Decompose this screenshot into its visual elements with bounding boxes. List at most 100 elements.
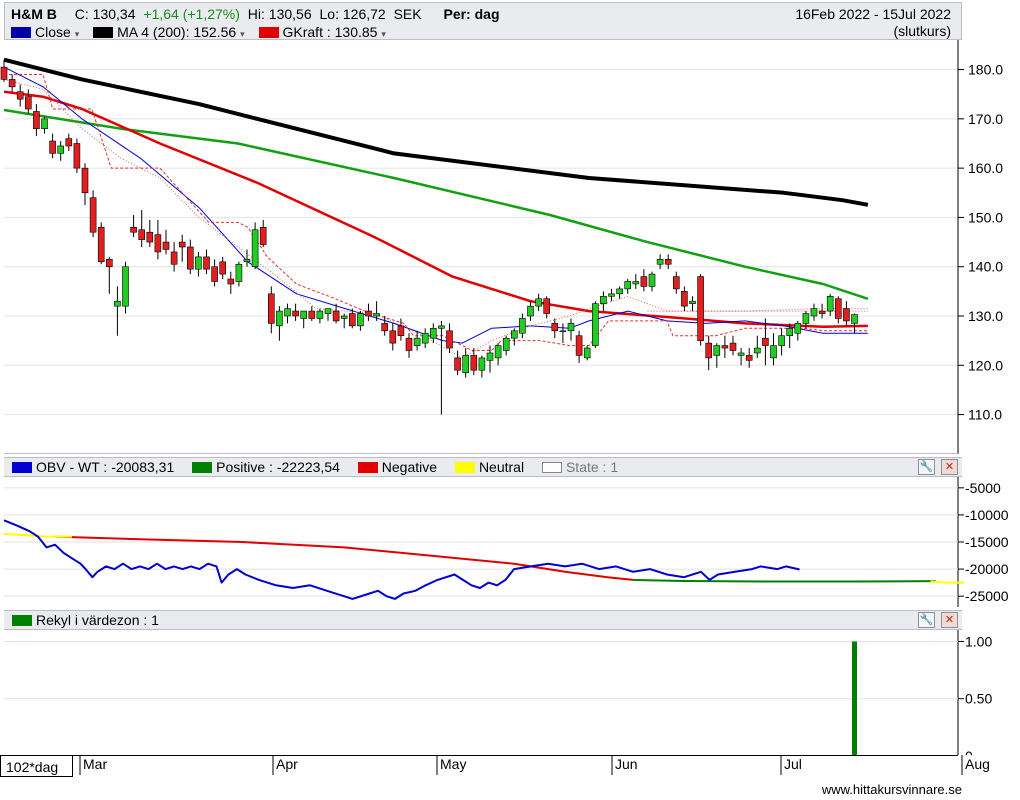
- obv-series-line: [632, 578, 936, 583]
- obv-settings-wrench-icon[interactable]: 🔧: [918, 459, 935, 475]
- candle-body: [203, 256, 210, 270]
- rekyl-close-icon[interactable]: ✕: [941, 612, 958, 628]
- month-label: May: [440, 756, 466, 772]
- candle-body: [510, 330, 518, 339]
- candle-body: [583, 347, 591, 359]
- candle-body: [851, 314, 858, 324]
- rekyl-chart[interactable]: 1.000.500: [0, 630, 1020, 756]
- legend-gkraft-dropdown-icon[interactable]: ▾: [381, 29, 386, 39]
- positive-legend-label: Positive : -22223,54: [216, 459, 340, 475]
- candle-body: [308, 310, 316, 319]
- candle-body: [429, 328, 437, 339]
- candle-body: [33, 111, 40, 130]
- month-label: Mar: [83, 756, 107, 772]
- price-tick-label: 120.0: [968, 357, 1003, 373]
- legend-ma-label: MA 4 (200): 152.56: [117, 24, 237, 40]
- neutral-legend-label: Neutral: [478, 459, 525, 475]
- legend-gkraft-swatch: [258, 27, 279, 38]
- positive-swatch: [192, 462, 213, 473]
- 1-tick-label: -25000: [965, 588, 1009, 604]
- candle-body: [705, 342, 713, 359]
- candle-body: [818, 310, 826, 314]
- candle-body: [438, 325, 445, 329]
- x-axis: 102*dag Mar Apr May Jun Jul Aug: [0, 755, 1020, 779]
- state-swatch: [541, 462, 562, 473]
- positive-legend-item: Positive : -22223,54: [192, 459, 340, 475]
- candle-body: [624, 281, 632, 290]
- state-legend-item: State : 1: [541, 459, 619, 475]
- obv-series-line: [930, 580, 965, 584]
- candle-body: [551, 323, 559, 332]
- candle-body: [405, 337, 413, 351]
- candle-body: [49, 140, 56, 154]
- candle-body: [794, 323, 802, 334]
- obv-chart[interactable]: -5000 -10000 -15000 -20000 -25000: [0, 477, 1020, 607]
- candle-body: [826, 295, 834, 312]
- rekyl-settings-wrench-icon[interactable]: 🔧: [918, 612, 935, 628]
- legend-gkraft[interactable]: GKraft : 130.85 ▾: [258, 24, 396, 40]
- candle-body: [178, 241, 186, 248]
- high-value: Hi: 130,56: [247, 6, 312, 22]
- candle-body: [648, 273, 656, 287]
- legend-ma[interactable]: MA 4 (200): 152.56 ▾: [93, 24, 258, 40]
- legend-ma-swatch: [93, 27, 114, 38]
- currency: SEK: [393, 6, 422, 22]
- month-label: Jun: [615, 756, 638, 772]
- candle-body: [211, 266, 218, 282]
- legend-close[interactable]: Close ▾: [11, 24, 93, 40]
- candle-body: [324, 308, 332, 314]
- 1-tick-label: -5000: [965, 480, 1001, 496]
- candle-body: [527, 305, 534, 317]
- candle-body: [543, 298, 551, 314]
- price-plot-area: [4, 40, 958, 454]
- candle-body: [843, 308, 850, 322]
- obv-legend-item: OBV - WT : -20083,31: [12, 459, 174, 475]
- obv-series-line: [3, 519, 800, 600]
- legend-ma-dropdown-icon[interactable]: ▾: [240, 29, 245, 39]
- candle-body: [365, 310, 372, 317]
- month-label: Apr: [276, 756, 298, 772]
- candle-body: [243, 259, 251, 263]
- legend-close-swatch: [11, 27, 31, 38]
- candle-body: [267, 293, 275, 324]
- price-tick-label: 170.0: [968, 111, 1003, 127]
- candle-body: [65, 138, 73, 147]
- candle-body: [729, 342, 737, 351]
- candle-body: [462, 355, 470, 373]
- legend-close-dropdown-icon[interactable]: ▾: [75, 29, 80, 39]
- candle-body: [81, 167, 89, 194]
- candle-body: [486, 352, 494, 361]
- candle-body: [454, 357, 461, 371]
- price-tick-label: 140.0: [968, 259, 1003, 275]
- candle-body: [170, 251, 178, 265]
- negative-legend-label: Negative: [381, 459, 438, 475]
- candle-body: [770, 345, 777, 359]
- footer-url[interactable]: www.hittakursvinnare.se: [822, 782, 962, 797]
- candle-body: [316, 310, 324, 319]
- candle-body: [494, 345, 502, 359]
- state-legend-label: State : 1: [565, 459, 619, 475]
- obv-legend: OBV - WT : -20083,31 Positive : -22223,5…: [12, 459, 632, 475]
- candle-body: [721, 345, 729, 349]
- candle-body: [373, 313, 380, 317]
- candle-body: [591, 303, 599, 346]
- price-chart[interactable]: 110.0 120.0 130.0 140.0 150.0 160.0 170.0 180.0: [0, 40, 1020, 454]
- candle-body: [154, 234, 162, 253]
- candle-body: [616, 288, 623, 295]
- quote-row: H&M B C: 130,34 +1,64 (+1,27%) Hi: 130,5…: [11, 6, 504, 22]
- candle-body: [106, 259, 113, 268]
- legend-gkraft-label: GKraft : 130.85: [282, 24, 378, 40]
- rekyl-bar: [852, 641, 857, 756]
- candle-body: [259, 226, 267, 245]
- candle-body: [227, 278, 235, 285]
- candle-body: [608, 293, 615, 297]
- candle-body: [73, 143, 81, 169]
- candle-body: [122, 266, 129, 307]
- candle-body: [57, 145, 65, 154]
- candle-body: [519, 318, 526, 334]
- negative-legend-item: Negative: [357, 459, 438, 475]
- candle-body: [97, 226, 105, 263]
- candle-body: [235, 263, 243, 282]
- candle-body: [656, 259, 664, 265]
- obv-close-icon[interactable]: ✕: [941, 459, 958, 475]
